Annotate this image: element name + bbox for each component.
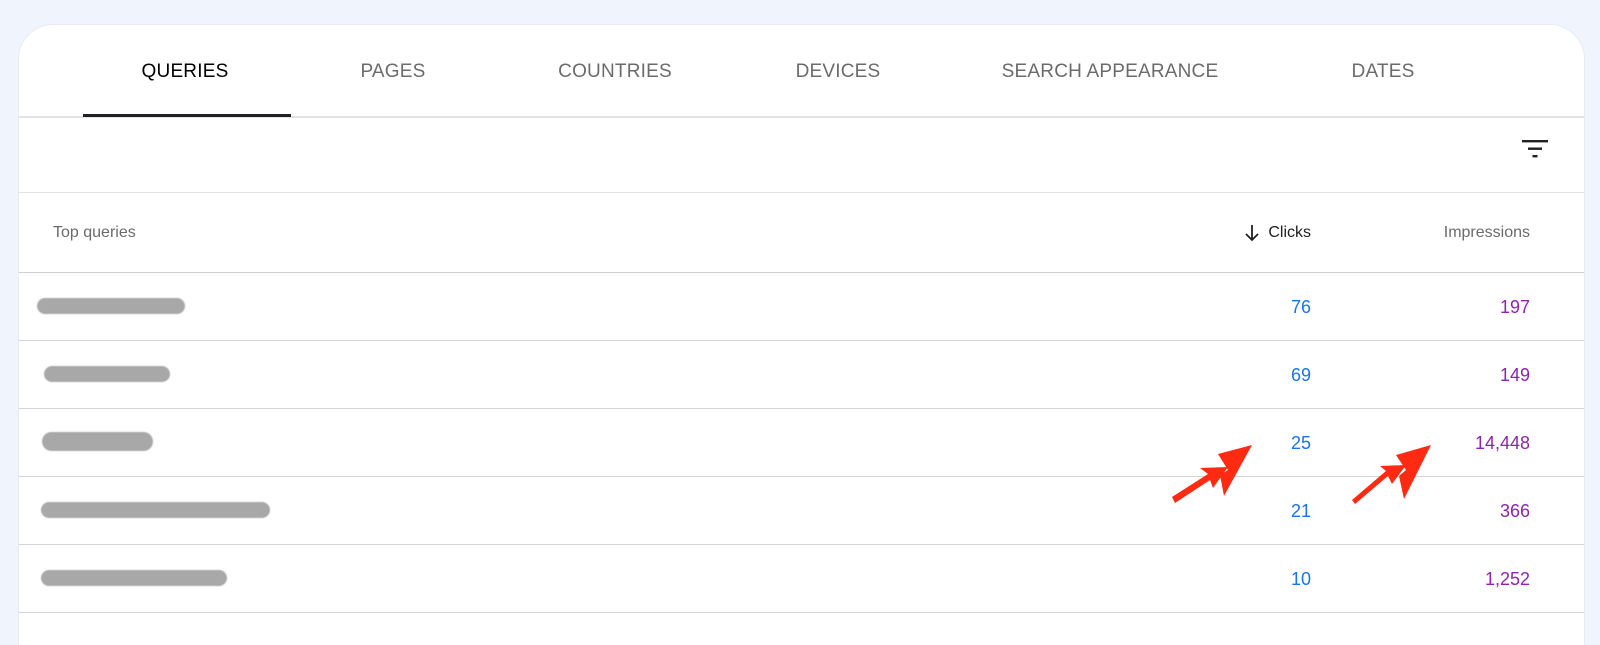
clicks-value: 21 (1290, 501, 1311, 521)
column-header-impressions[interactable]: Impressions (1444, 193, 1530, 273)
table-row[interactable]: 10 1,252 (19, 545, 1584, 613)
table-header: Top queries Clicks Impressions (19, 193, 1584, 273)
clicks-value: 10 (1290, 569, 1311, 589)
red-arrow-impressions (1352, 445, 1431, 504)
redacted-query (42, 432, 153, 451)
tab-countries[interactable]: COUNTRIES (558, 25, 672, 118)
impressions-value: 149 (1499, 365, 1530, 385)
redacted-query (41, 570, 227, 586)
clicks-value: 69 (1290, 365, 1311, 385)
dimension-tabs: QUERIES PAGES COUNTRIES DEVICES SEARCH A… (19, 25, 1584, 118)
tab-search-appearance[interactable]: SEARCH APPEARANCE (1002, 25, 1219, 118)
impressions-value: 14,448 (1474, 433, 1530, 453)
active-tab-indicator (83, 114, 291, 117)
column-header-query: Top queries (53, 224, 136, 241)
impressions-value: 1,252 (1484, 569, 1530, 589)
redacted-query (37, 298, 185, 314)
tab-queries[interactable]: QUERIES (142, 25, 229, 118)
filter-list-icon[interactable] (1521, 137, 1549, 161)
impressions-value: 366 (1499, 501, 1530, 521)
table-row[interactable]: 76 197 (19, 273, 1584, 341)
tab-dates[interactable]: DATES (1352, 25, 1415, 118)
performance-table-card: QUERIES PAGES COUNTRIES DEVICES SEARCH A… (19, 25, 1584, 645)
clicks-value: 25 (1290, 433, 1311, 453)
table-toolbar (19, 118, 1584, 193)
clicks-value: 76 (1290, 297, 1311, 317)
column-header-clicks[interactable]: Clicks (1244, 193, 1311, 273)
red-arrow-clicks (1172, 445, 1252, 503)
arrow-down-icon (1245, 225, 1259, 242)
tab-pages[interactable]: PAGES (360, 25, 425, 118)
impressions-value: 197 (1499, 297, 1530, 317)
redacted-query (44, 366, 170, 382)
table-row[interactable]: 69 149 (19, 341, 1584, 409)
redacted-query (41, 502, 270, 518)
column-header-clicks-label: Clicks (1268, 224, 1311, 241)
tab-devices[interactable]: DEVICES (796, 25, 881, 118)
